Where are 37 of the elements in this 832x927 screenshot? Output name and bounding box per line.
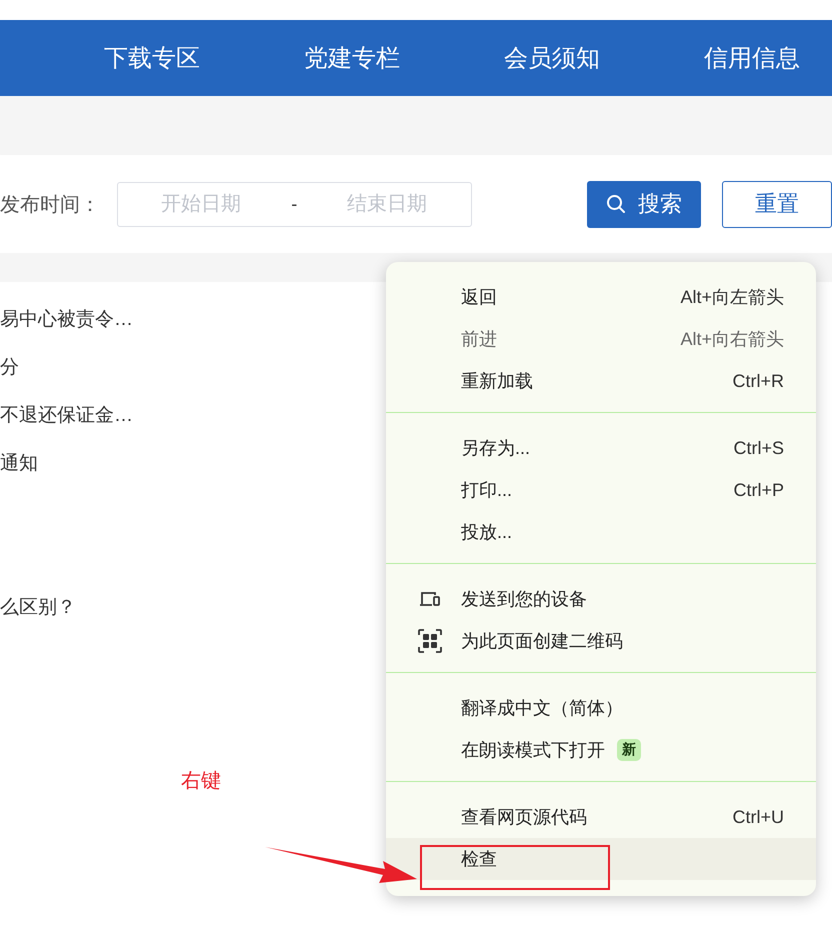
range-separator: - <box>290 194 298 214</box>
article-title[interactable]: 通知 <box>0 440 38 488</box>
filter-label: 发布时间： <box>0 192 101 218</box>
start-date-field[interactable]: 开始日期 <box>126 192 276 216</box>
shortcut-text: Alt+向右箭头 <box>680 328 784 351</box>
menu-item[interactable]: 另存为... Ctrl+S <box>386 427 816 469</box>
end-date-field[interactable]: 结束日期 <box>312 192 462 216</box>
menu-item[interactable]: 翻译成中文（简体） <box>386 687 816 729</box>
menu-item[interactable]: 发送到您的设备 <box>386 578 816 620</box>
nav-link[interactable]: 信用信息 <box>704 42 800 74</box>
shortcut-text: Ctrl+P <box>733 480 784 500</box>
shortcut-text: Alt+向左箭头 <box>680 286 784 309</box>
article-title[interactable]: 不退还保证金… <box>0 392 133 440</box>
search-button[interactable]: 搜索 <box>586 180 701 228</box>
shortcut-text: Ctrl+S <box>733 438 784 458</box>
article-title[interactable]: 易中心被责令… <box>0 296 133 344</box>
menu-item[interactable]: 在朗读模式下打开 新 <box>386 729 816 771</box>
nav-link[interactable]: 会员须知 <box>504 42 600 74</box>
qr-code-icon <box>418 629 442 653</box>
menu-item[interactable]: 打印... Ctrl+P <box>386 469 816 511</box>
article-title[interactable]: 分 <box>0 344 19 392</box>
shortcut-text: Ctrl+R <box>732 370 784 392</box>
shortcut-text: Ctrl+U <box>732 806 784 828</box>
menu-item[interactable]: 投放... <box>386 511 816 553</box>
menu-item[interactable]: 为此页面创建二维码 <box>386 620 816 662</box>
nav-link[interactable]: 党建专栏 <box>304 42 400 74</box>
search-icon <box>606 194 626 214</box>
devices-icon <box>418 591 440 607</box>
nav-link[interactable]: 下载专区 <box>104 42 200 74</box>
menu-item[interactable]: 检查 <box>386 838 816 880</box>
reset-button[interactable]: 重置 <box>722 180 832 228</box>
menu-item[interactable]: 重新加载 Ctrl+R <box>386 360 816 402</box>
article-title[interactable]: 么区别？ <box>0 584 76 632</box>
new-badge: 新 <box>617 739 641 761</box>
menu-item[interactable]: 返回 Alt+向左箭头 <box>386 276 816 318</box>
annotation-label: 右键 <box>181 769 221 794</box>
menu-item[interactable]: 查看网页源代码 Ctrl+U <box>386 796 816 838</box>
